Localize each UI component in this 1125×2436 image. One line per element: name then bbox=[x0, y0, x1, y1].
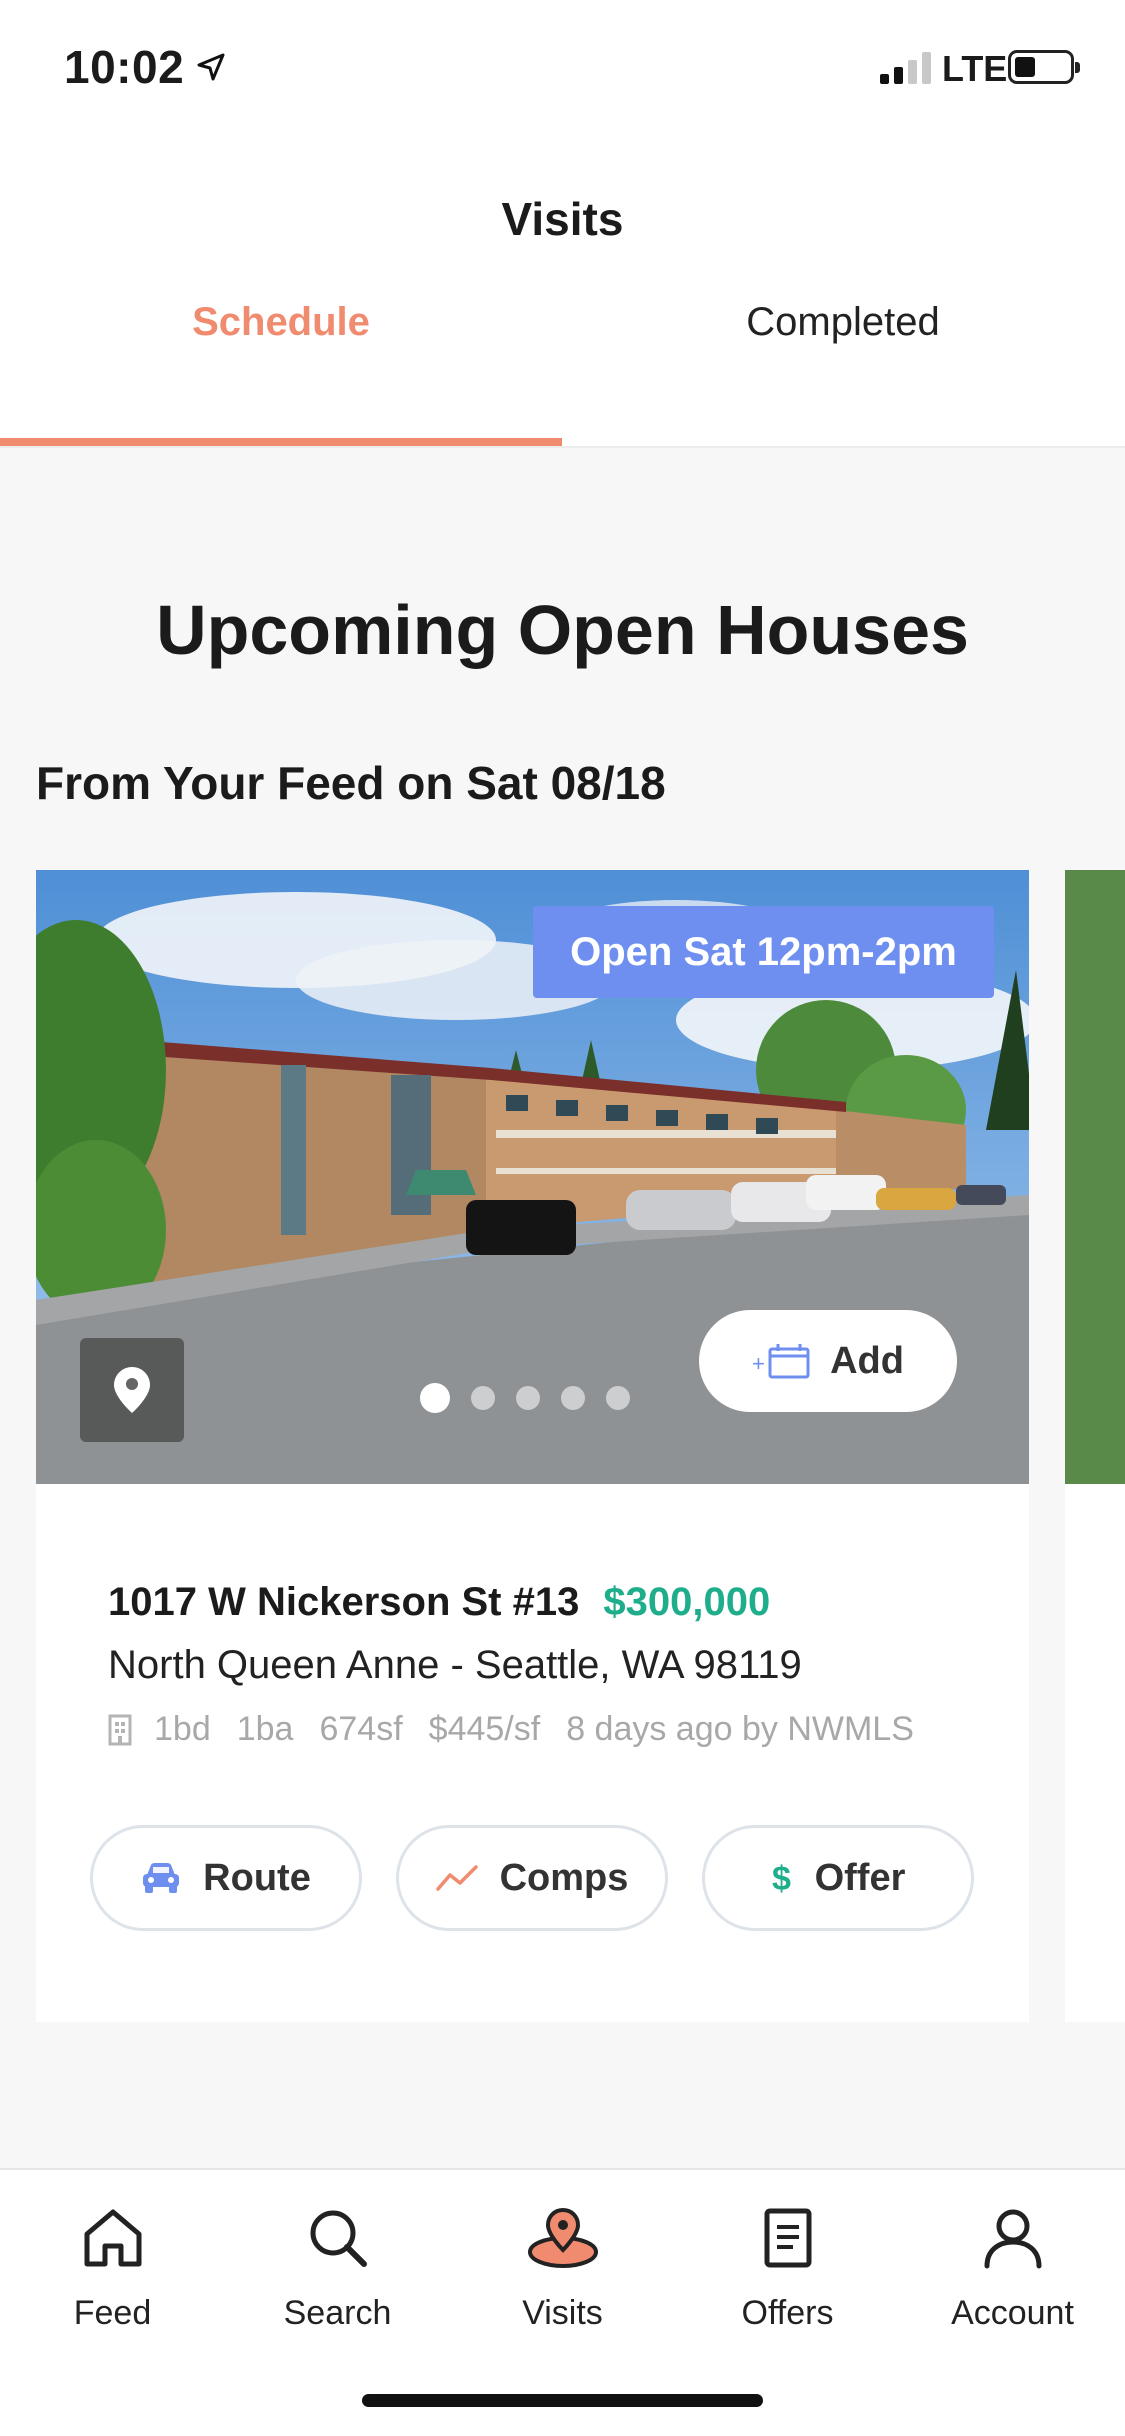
listing-sqft: 674sf bbox=[319, 1710, 403, 1748]
person-icon bbox=[984, 2209, 1041, 2269]
listing-locality: North Queen Anne - Seattle, WA 98119 bbox=[108, 1643, 802, 1687]
document-icon bbox=[764, 2208, 811, 2268]
listing-price: $300,000 bbox=[603, 1580, 771, 1624]
tabbar-label-feed: Feed bbox=[73, 2294, 152, 2332]
search-icon bbox=[310, 2210, 367, 2267]
location-arrow-icon bbox=[197, 53, 225, 81]
photo-dot[interactable] bbox=[606, 1386, 630, 1410]
status-bar: 10:02 LTE bbox=[0, 0, 1125, 132]
tabbar-item-search[interactable]: Search bbox=[225, 2198, 450, 2333]
listing-beds: 1bd bbox=[154, 1710, 211, 1748]
tab-completed[interactable]: Completed bbox=[562, 300, 1124, 345]
photo-dot[interactable] bbox=[420, 1383, 450, 1413]
route-label: Route bbox=[203, 1856, 311, 1899]
address-line: 1017 W Nickerson St #13 $300,000 bbox=[108, 1580, 1008, 1625]
comps-label: Comps bbox=[499, 1856, 629, 1899]
tabbar-label-search: Search bbox=[283, 2294, 392, 2332]
listing-photo[interactable]: Open Sat 12pm-2pm + Add bbox=[36, 870, 1029, 1484]
photo-dot[interactable] bbox=[471, 1386, 495, 1410]
photo-dot[interactable] bbox=[516, 1386, 540, 1410]
home-icon bbox=[84, 2209, 141, 2267]
tabbar-label-account: Account bbox=[951, 2294, 1074, 2332]
home-indicator bbox=[362, 2394, 763, 2407]
listing-baths: 1ba bbox=[236, 1710, 294, 1748]
open-house-badge: Open Sat 12pm-2pm bbox=[533, 906, 994, 998]
photo-pagination[interactable] bbox=[420, 1383, 651, 1413]
route-button[interactable]: Route bbox=[90, 1825, 362, 1931]
signal-icon bbox=[880, 52, 931, 84]
listing-address[interactable]: 1017 W Nickerson St #13 bbox=[108, 1580, 579, 1624]
offer-label: Offer bbox=[814, 1856, 906, 1899]
visits-pin-icon bbox=[527, 2207, 598, 2268]
map-pin-button[interactable] bbox=[80, 1338, 184, 1442]
feed-subheading: From Your Feed on Sat 08/18 bbox=[36, 757, 666, 809]
svg-text:$: $ bbox=[772, 1860, 791, 1897]
header-divider bbox=[0, 446, 1125, 448]
add-to-calendar-button[interactable]: + Add bbox=[699, 1310, 957, 1412]
tabbar-item-visits[interactable]: Visits bbox=[450, 2198, 675, 2333]
active-tab-indicator bbox=[0, 438, 562, 446]
tabbar-label-visits: Visits bbox=[522, 2294, 603, 2332]
network-label: LTE bbox=[942, 48, 1008, 89]
page-title: Visits bbox=[501, 193, 624, 245]
listing-meta: 1bd 1ba 674sf $445/sf 8 days ago by NWML… bbox=[108, 1710, 1008, 1749]
add-calendar-icon: + bbox=[752, 1344, 810, 1379]
section-heading: Upcoming Open Houses bbox=[156, 591, 969, 669]
add-label: Add bbox=[830, 1339, 904, 1382]
tabbar-item-offers[interactable]: Offers bbox=[675, 2198, 900, 2333]
tabbar-item-feed[interactable]: Feed bbox=[0, 2198, 225, 2333]
listing-card[interactable]: Open Sat 12pm-2pm + Add 1017 W Nickerson… bbox=[36, 870, 1029, 2022]
next-listing-card[interactable] bbox=[1065, 870, 1125, 2022]
tab-schedule[interactable]: Schedule bbox=[0, 300, 562, 345]
trend-icon bbox=[435, 1865, 478, 1891]
header: Visits Schedule Completed bbox=[0, 132, 1125, 448]
battery-icon bbox=[1008, 50, 1080, 84]
dollar-icon: $ bbox=[772, 1860, 791, 1897]
tabbar-label-offers: Offers bbox=[741, 2294, 834, 2332]
next-listing-photo bbox=[1065, 870, 1125, 1484]
listing-listed: 8 days ago by NWMLS bbox=[566, 1710, 914, 1748]
listing-price-per-sqft: $445/sf bbox=[428, 1710, 541, 1748]
map-pin-icon bbox=[114, 1367, 150, 1413]
comps-button[interactable]: Comps bbox=[396, 1825, 668, 1931]
building-icon bbox=[108, 1714, 132, 1746]
listing-info: 1017 W Nickerson St #13 $300,000 North Qu… bbox=[108, 1580, 1008, 1749]
car-icon bbox=[143, 1863, 180, 1893]
offer-button[interactable]: $ Offer bbox=[702, 1825, 974, 1931]
tabbar-item-account[interactable]: Account bbox=[900, 2198, 1125, 2333]
svg-text:+: + bbox=[752, 1351, 765, 1376]
status-time: 10:02 bbox=[64, 41, 185, 93]
photo-dot[interactable] bbox=[561, 1386, 585, 1410]
